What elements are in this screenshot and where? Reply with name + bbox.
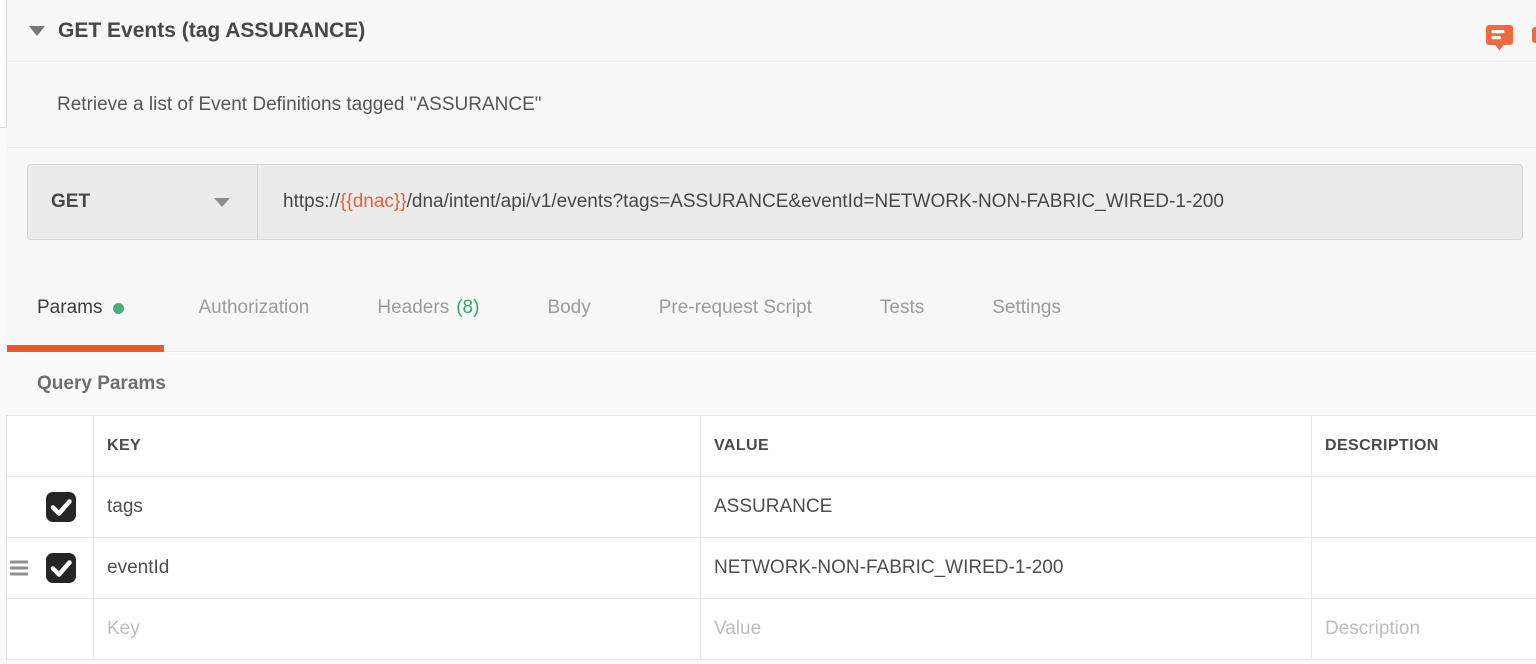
row-controls-cell: [7, 538, 94, 598]
param-description-cell[interactable]: [1312, 538, 1536, 598]
param-key-text: eventId: [107, 557, 169, 579]
new-param-value-input[interactable]: Value: [701, 599, 1312, 659]
tab-settings-label: Settings: [992, 297, 1061, 319]
table-header-row: KEY VALUE DESCRIPTION: [7, 416, 1536, 477]
query-params-table: KEY VALUE DESCRIPTION tags ASSURANCE: [6, 415, 1536, 660]
description-placeholder: Description: [1325, 618, 1420, 640]
param-value-cell[interactable]: NETWORK-NON-FABRIC_WIRED-1-200: [701, 538, 1312, 598]
request-description: Retrieve a list of Event Definitions tag…: [57, 94, 541, 116]
method-dropdown[interactable]: GET: [28, 165, 258, 239]
active-tab-underline: [7, 345, 164, 352]
query-params-title: Query Params: [37, 373, 166, 395]
tab-params[interactable]: Params: [7, 265, 164, 351]
param-value-text: NETWORK-NON-FABRIC_WIRED-1-200: [714, 557, 1063, 579]
tab-tests[interactable]: Tests: [846, 265, 958, 351]
url-suffix: /dna/intent/api/v1/events?tags=ASSURANCE…: [407, 191, 1224, 213]
collapse-triangle-icon[interactable]: [29, 26, 45, 36]
param-key-cell[interactable]: eventId: [94, 538, 701, 598]
tab-authorization-label: Authorization: [198, 297, 309, 319]
value-placeholder: Value: [714, 618, 761, 640]
url-section: GET https://{{dnac}}/dna/intent/api/v1/e…: [7, 149, 1536, 265]
drag-handle-icon[interactable]: [10, 561, 28, 576]
request-tabs: Params Authorization Headers (8) Body Pr…: [7, 265, 1536, 352]
row-controls-cell: [7, 599, 94, 659]
request-description-bar: Retrieve a list of Event Definitions tag…: [7, 63, 1536, 148]
url-prefix: https://: [283, 191, 340, 213]
table-row-new-param: Key Value Description: [7, 599, 1536, 660]
row-checkbox-checked[interactable]: [46, 492, 76, 522]
checkmark-icon: [46, 553, 76, 583]
header-checkbox-column: [7, 416, 94, 476]
column-header-key: KEY: [94, 416, 701, 476]
headers-count-badge: (8): [456, 297, 479, 319]
params-status-dot: [113, 303, 124, 314]
tab-headers-label: Headers: [377, 297, 449, 319]
tab-headers[interactable]: Headers (8): [343, 265, 513, 351]
cutoff-icon-sliver[interactable]: [1532, 27, 1536, 43]
request-title: GET Events (tag ASSURANCE): [58, 19, 365, 43]
row-checkbox-checked[interactable]: [46, 553, 76, 583]
key-placeholder: Key: [107, 618, 140, 640]
param-description-cell[interactable]: [1312, 477, 1536, 537]
url-variable: {{dnac}}: [340, 191, 407, 213]
param-value-cell[interactable]: ASSURANCE: [701, 477, 1312, 537]
sidebar-edge-segment: [0, 0, 7, 128]
url-bar: GET https://{{dnac}}/dna/intent/api/v1/e…: [27, 164, 1523, 240]
column-header-description: DESCRIPTION: [1312, 416, 1536, 476]
tab-body[interactable]: Body: [513, 265, 624, 351]
query-params-section: Query Params: [7, 353, 1536, 415]
url-input[interactable]: https://{{dnac}}/dna/intent/api/v1/event…: [258, 165, 1522, 239]
tab-pre-request-script-label: Pre-request Script: [659, 297, 812, 319]
tab-pre-request-script[interactable]: Pre-request Script: [625, 265, 846, 351]
tab-params-label: Params: [37, 297, 102, 319]
column-header-value: VALUE: [701, 416, 1312, 476]
tab-settings[interactable]: Settings: [958, 265, 1095, 351]
chevron-down-icon: [214, 198, 230, 207]
param-key-cell[interactable]: tags: [94, 477, 701, 537]
new-param-key-input[interactable]: Key: [94, 599, 701, 659]
checkmark-icon: [46, 492, 76, 522]
tab-tests-label: Tests: [880, 297, 924, 319]
method-label: GET: [51, 191, 90, 213]
param-key-text: tags: [107, 496, 143, 518]
param-value-text: ASSURANCE: [714, 496, 832, 518]
request-title-bar: GET Events (tag ASSURANCE): [7, 0, 1536, 62]
row-controls-cell: [7, 477, 94, 537]
new-param-description-input[interactable]: Description: [1312, 599, 1536, 659]
comment-icon[interactable]: [1486, 25, 1513, 52]
table-row-eventid: eventId NETWORK-NON-FABRIC_WIRED-1-200: [7, 538, 1536, 599]
tab-authorization[interactable]: Authorization: [164, 265, 343, 351]
tab-body-label: Body: [547, 297, 590, 319]
table-row-tags: tags ASSURANCE: [7, 477, 1536, 538]
